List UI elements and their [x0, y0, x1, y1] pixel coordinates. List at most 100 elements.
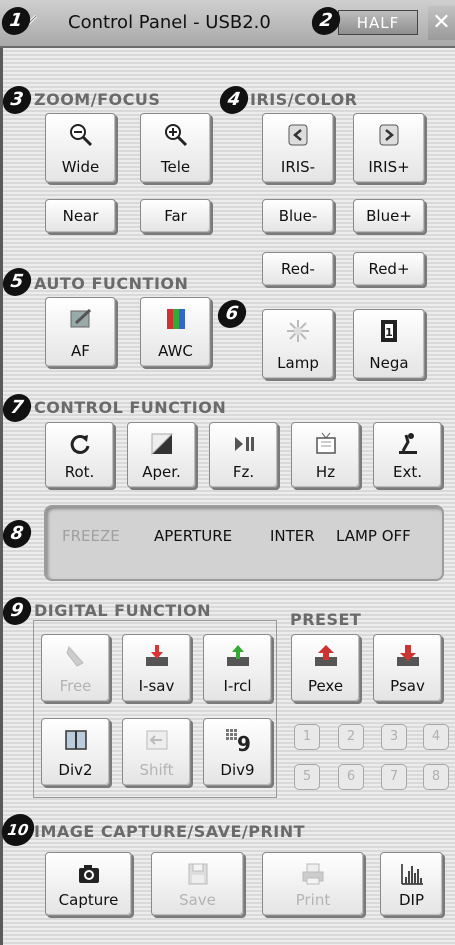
iris-plus-label: IRIS+	[368, 158, 410, 176]
preset-save-label: Psav	[390, 677, 425, 695]
iris-minus-button[interactable]: IRIS-	[262, 113, 334, 183]
section-digital-function: DIGITAL FUNCTION	[34, 601, 212, 620]
aperture-button[interactable]: Aper.	[127, 422, 196, 488]
capture-button[interactable]: Capture	[45, 852, 132, 916]
shift-button[interactable]: Shift	[122, 718, 191, 786]
free-broom-icon	[42, 643, 109, 669]
preset-number-3[interactable]: 3	[381, 724, 407, 750]
printer-icon	[263, 861, 363, 887]
shift-icon	[123, 727, 190, 753]
window-title: Control Panel - USB2.0	[68, 12, 271, 33]
iris-minus-label: IRIS-	[280, 158, 316, 176]
rotate-button[interactable]: Rot.	[45, 422, 114, 488]
preset-execute-button[interactable]: Pexe	[291, 634, 360, 702]
blue-minus-button[interactable]: Blue-	[262, 199, 334, 233]
half-button[interactable]: HALF	[338, 10, 418, 35]
nega-button[interactable]: 1 Nega	[353, 309, 425, 379]
preset-save-icon	[374, 643, 441, 669]
callout-4: 4	[218, 86, 250, 114]
preset-save-button[interactable]: Psav	[373, 634, 442, 702]
callout-7: 7	[1, 394, 33, 422]
svg-text:1: 1	[385, 326, 393, 339]
section-auto-function: AUTO FUCNTION	[34, 274, 189, 293]
status-aperture: APERTURE	[154, 527, 233, 545]
floppy-disk-icon	[152, 861, 243, 887]
zoom-out-icon	[46, 122, 115, 148]
iris-open-icon	[354, 122, 424, 148]
aperture-label: Aper.	[142, 463, 181, 481]
dip-label: DIP	[398, 891, 425, 909]
preset-number-2[interactable]: 2	[338, 724, 364, 750]
lamp-label: Lamp	[277, 354, 319, 372]
section-zoom-focus: ZOOM/FOCUS	[34, 90, 161, 109]
red-plus-button[interactable]: Red+	[353, 252, 425, 286]
save-label: Save	[179, 891, 216, 909]
callout-8: 8	[1, 520, 33, 548]
split-screen-icon	[42, 727, 109, 753]
div9-button[interactable]: 9 Div9	[203, 718, 272, 786]
freeze-button[interactable]: Fz.	[209, 422, 278, 488]
print-button[interactable]: Print	[262, 852, 364, 916]
external-label: Ext.	[392, 463, 422, 481]
div2-button[interactable]: Div2	[41, 718, 110, 786]
focus-far-button[interactable]: Far	[140, 199, 211, 233]
image-save-button[interactable]: I-sav	[122, 634, 191, 702]
dip-button[interactable]: DIP	[380, 852, 443, 916]
save-button[interactable]: Save	[151, 852, 244, 916]
window-left-border	[0, 48, 3, 945]
section-control-function: CONTROL FUNCTION	[34, 398, 227, 417]
callout-10: 10	[0, 814, 37, 846]
histogram-icon	[381, 861, 442, 887]
preset-number-4[interactable]: 4	[423, 724, 449, 750]
red-minus-button[interactable]: Red-	[262, 252, 334, 286]
external-button[interactable]: Ext.	[373, 422, 442, 488]
preset-number-6[interactable]: 6	[338, 764, 364, 790]
free-button[interactable]: Free	[41, 634, 110, 702]
awc-button[interactable]: AWC	[140, 297, 211, 367]
callout-9: 9	[1, 597, 33, 625]
awc-label: AWC	[158, 342, 193, 360]
zoom-tele-label: Tele	[160, 158, 191, 176]
div2-label: Div2	[58, 761, 93, 779]
iris-plus-button[interactable]: IRIS+	[353, 113, 425, 183]
image-recall-label: I-rcl	[223, 677, 252, 695]
preset-execute-icon	[292, 643, 359, 669]
auto-focus-icon	[46, 306, 115, 332]
af-label: AF	[71, 342, 90, 360]
zoom-wide-button[interactable]: Wide	[45, 113, 116, 183]
status-lamp-off: LAMP OFF	[336, 527, 411, 545]
image-save-icon	[123, 643, 190, 669]
section-image-capture: IMAGE CAPTURE/SAVE/PRINT	[34, 822, 306, 841]
zoom-wide-label: Wide	[61, 158, 100, 176]
camera-icon	[46, 861, 131, 887]
svg-text:9: 9	[237, 732, 251, 753]
blue-plus-button[interactable]: Blue+	[353, 199, 425, 233]
section-preset: PRESET	[290, 610, 362, 629]
shift-label: Shift	[139, 761, 174, 779]
preset-execute-label: Pexe	[307, 677, 344, 695]
status-display: FREEZE APERTURE INTER LAMP OFF	[44, 505, 444, 581]
freeze-label: Fz.	[232, 463, 255, 481]
hz-button[interactable]: Hz	[291, 422, 360, 488]
image-save-label: I-sav	[138, 677, 175, 695]
callout-5: 5	[1, 268, 33, 296]
preset-number-1[interactable]: 1	[294, 724, 320, 750]
control-panel-window: Control Panel - USB2.0 HALF ✕ 1 2 3 4 5 …	[0, 0, 455, 945]
focus-near-button[interactable]: Near	[45, 199, 116, 233]
title-bar[interactable]: Control Panel - USB2.0 HALF ✕	[0, 0, 455, 48]
nine-split-icon: 9	[204, 727, 271, 753]
rotate-icon	[46, 431, 113, 457]
image-recall-icon	[204, 643, 271, 669]
preset-number-7[interactable]: 7	[381, 764, 407, 790]
lamp-button[interactable]: Lamp	[262, 309, 334, 379]
zoom-tele-button[interactable]: Tele	[140, 113, 211, 183]
preset-number-5[interactable]: 5	[294, 764, 320, 790]
lamp-icon	[263, 318, 333, 344]
preset-number-8[interactable]: 8	[423, 764, 449, 790]
image-recall-button[interactable]: I-rcl	[203, 634, 272, 702]
white-balance-icon	[141, 306, 210, 332]
external-camera-icon	[374, 431, 441, 457]
close-button[interactable]: ✕	[428, 6, 455, 40]
af-button[interactable]: AF	[45, 297, 116, 367]
capture-label: Capture	[58, 891, 119, 909]
